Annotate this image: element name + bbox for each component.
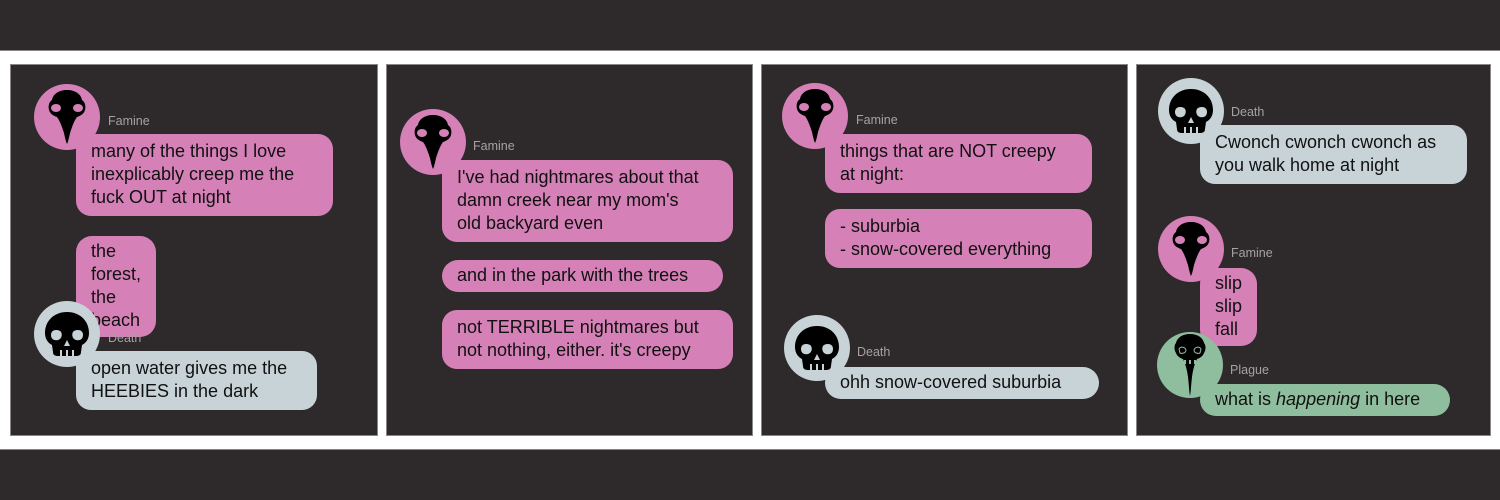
speaker-name: Famine	[473, 139, 515, 153]
death-avatar	[784, 315, 850, 381]
speaker-name: Plague	[1230, 363, 1269, 377]
bubble-text-after: in here	[1360, 389, 1421, 409]
bird-skull-icon	[47, 89, 87, 145]
famine-avatar	[1158, 216, 1224, 282]
death-avatar	[34, 301, 100, 367]
chat-bubble: ohh snow-covered suburbia	[825, 367, 1099, 399]
speaker-name: Death	[857, 345, 891, 359]
speaker-name: Death	[108, 331, 142, 345]
bird-skull-icon	[795, 88, 835, 144]
human-skull-icon	[794, 325, 840, 371]
speaker-name: Death	[1231, 105, 1265, 119]
chat-bubble: slip slip fall	[1200, 268, 1258, 346]
bubble-text-emphasis: happening	[1276, 389, 1361, 409]
human-skull-icon	[44, 311, 90, 357]
comic-panel-2: Famine I've had nightmares about that da…	[386, 64, 753, 436]
chat-bubble: and in the park with the trees	[442, 260, 723, 292]
comic-panel-4: Death Cwonch cwonch cwonch as you walk h…	[1136, 64, 1491, 436]
bubble-text-before: what is	[1215, 389, 1277, 409]
comic-panel-3: Famine things that are NOT creepy at nig…	[761, 64, 1128, 436]
chat-bubble: what is happening in here	[1200, 384, 1450, 416]
plague-avatar	[1157, 332, 1223, 398]
plague-beak-skull-icon	[1173, 333, 1207, 397]
chat-bubble: not TERRIBLE nightmares but not nothing,…	[442, 310, 733, 369]
speaker-name: Famine	[1231, 246, 1273, 260]
speaker-name: Famine	[108, 114, 150, 128]
chat-bubble: things that are NOT creepy at night:	[825, 134, 1092, 193]
famine-avatar	[34, 84, 100, 150]
famine-avatar	[400, 109, 466, 175]
chat-bubble: many of the things I love inexplicably c…	[76, 134, 333, 216]
chat-bubble: open water gives me the HEEBIES in the d…	[76, 351, 317, 410]
bird-skull-icon	[413, 114, 453, 170]
chat-bubble: I've had nightmares about that damn cree…	[442, 160, 733, 242]
chat-bubble: - suburbia - snow-covered everything	[825, 209, 1092, 268]
famine-avatar	[782, 83, 848, 149]
human-skull-icon	[1168, 88, 1214, 134]
speaker-name: Famine	[856, 113, 898, 127]
bird-skull-icon	[1171, 221, 1211, 277]
comic-panel-1: Famine many of the things I love inexpli…	[10, 64, 378, 436]
death-avatar	[1158, 78, 1224, 144]
chat-bubble: Cwonch cwonch cwonch as you walk home at…	[1200, 125, 1467, 184]
